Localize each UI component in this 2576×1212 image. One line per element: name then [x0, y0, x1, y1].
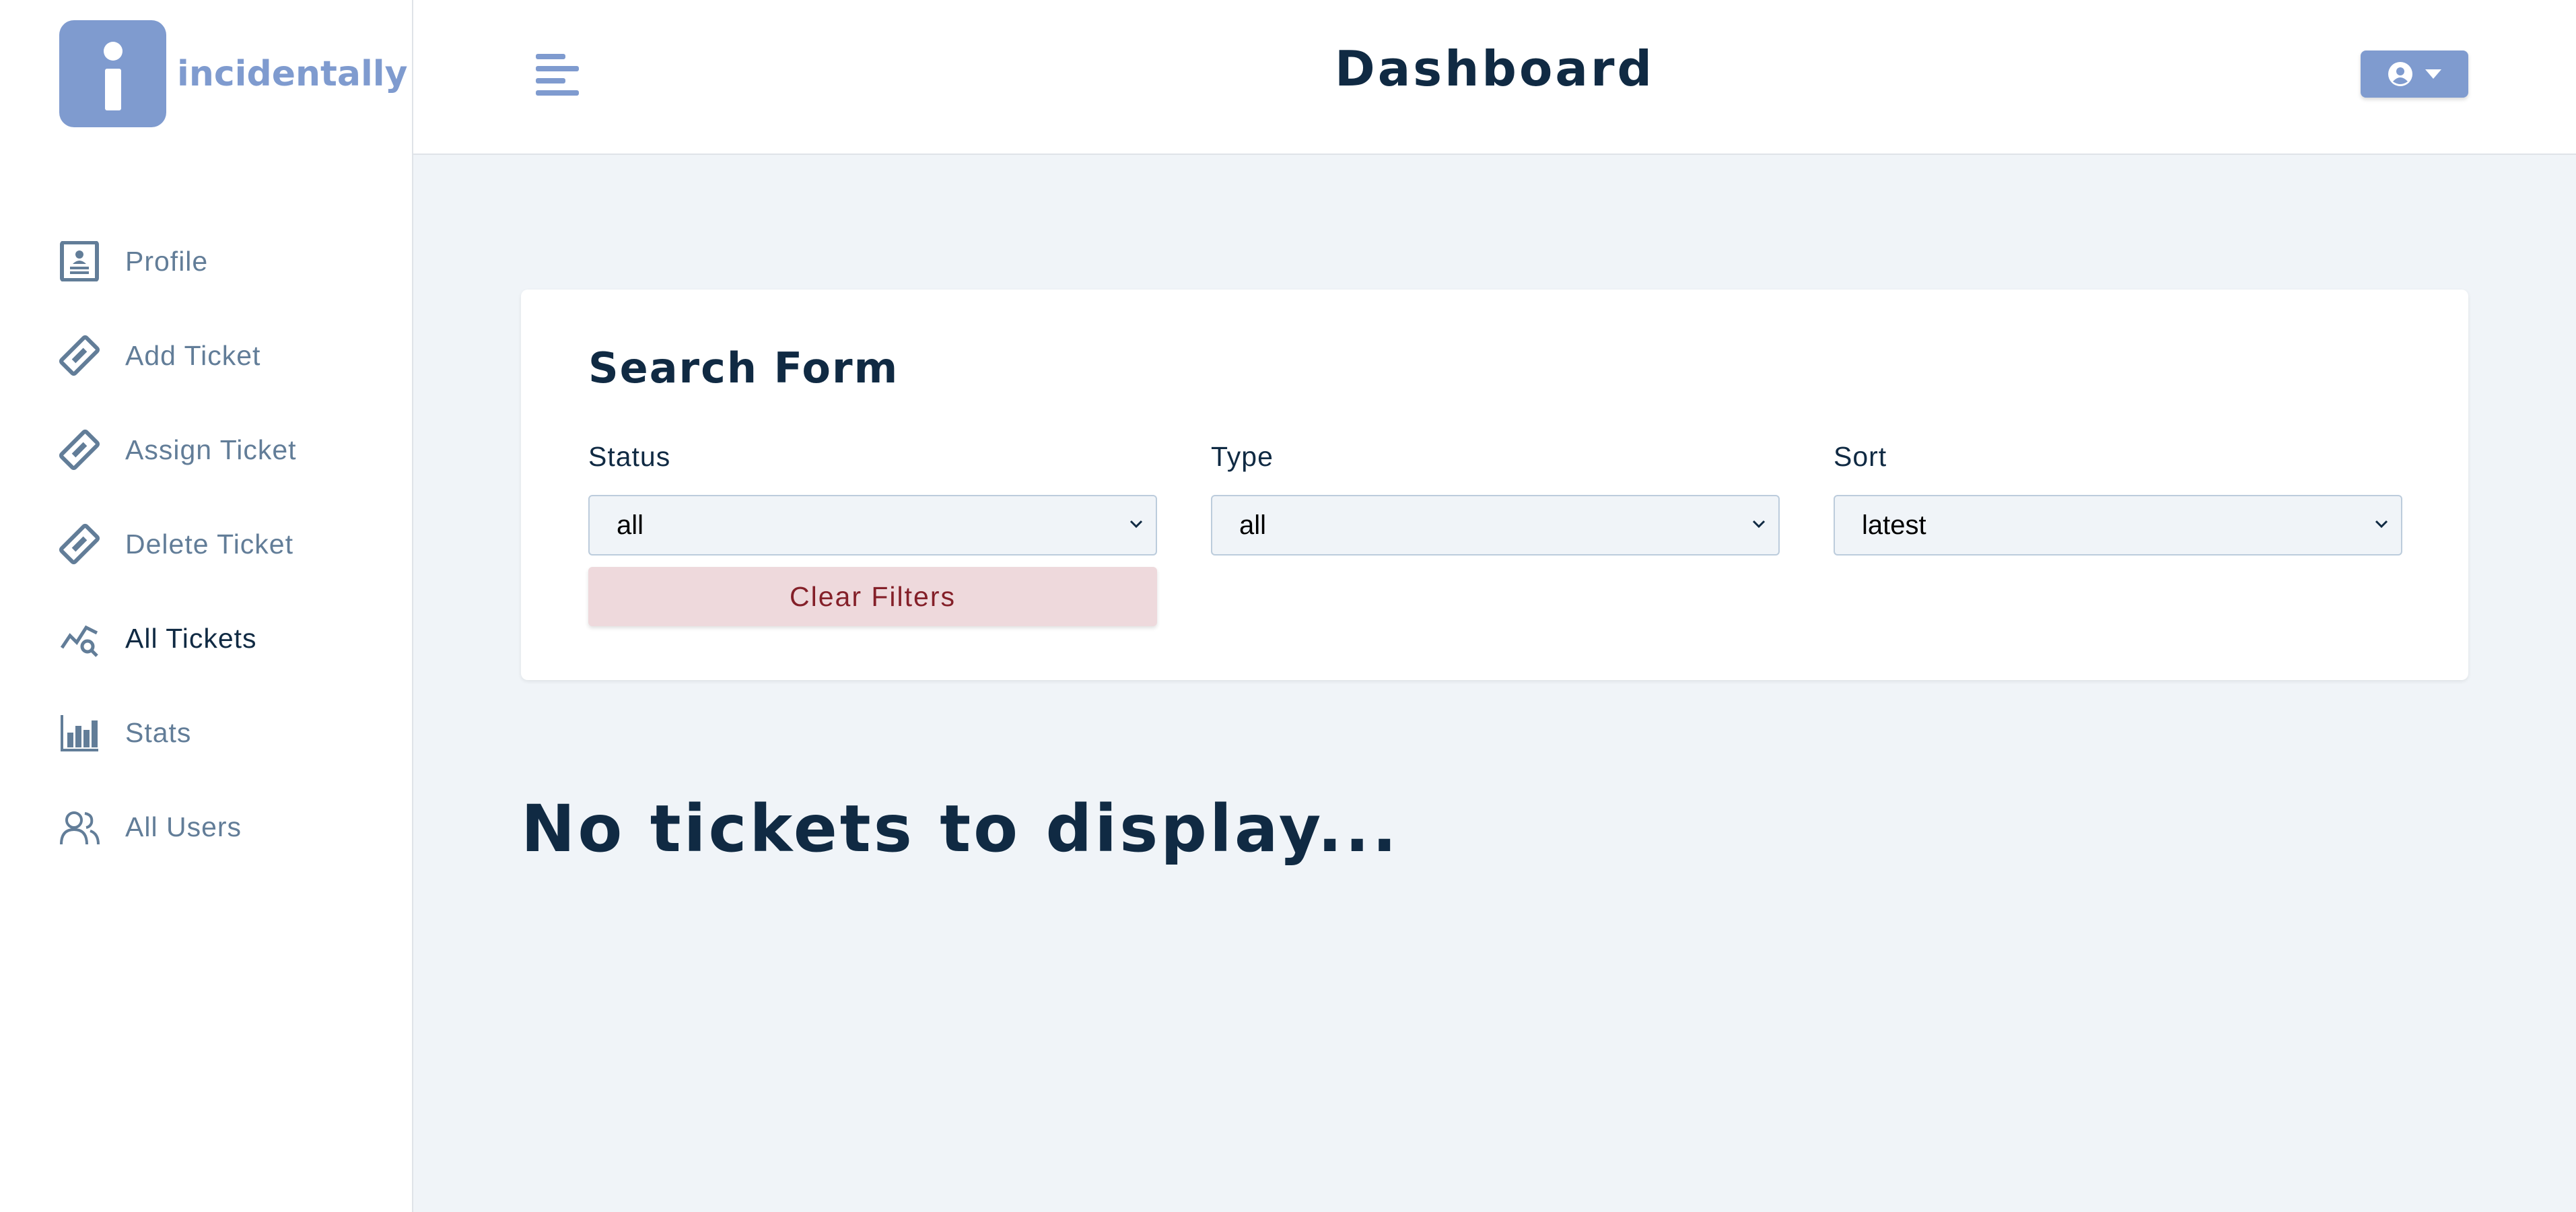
sort-select-value: latest: [1862, 510, 1926, 540]
type-select[interactable]: all: [1211, 495, 1780, 556]
logo-text: incidentally: [177, 53, 408, 94]
sort-label: Sort: [1834, 441, 1887, 472]
users-icon: [59, 807, 100, 847]
sidebar-item-label: Profile: [125, 245, 209, 277]
ticket-icon: [59, 524, 100, 564]
user-circle-icon: [2388, 62, 2412, 86]
chevron-down-icon: [2375, 520, 2388, 529]
logo-icon: [59, 20, 166, 127]
sort-select[interactable]: latest: [1834, 495, 2402, 556]
sidebar-item-profile[interactable]: Profile: [0, 214, 412, 308]
sidebar-item-all-tickets[interactable]: All Tickets: [0, 591, 412, 685]
search-form-title: Search Form: [588, 343, 899, 393]
sidebar-item-stats[interactable]: Stats: [0, 685, 412, 780]
status-label: Status: [588, 441, 671, 472]
sidebar-item-assign-ticket[interactable]: Assign Ticket: [0, 403, 412, 497]
top-navbar: Dashboard: [413, 0, 2576, 155]
logo[interactable]: incidentally: [59, 20, 408, 127]
profile-card-icon: [59, 241, 100, 281]
sidebar-item-add-ticket[interactable]: Add Ticket: [0, 308, 412, 403]
status-select[interactable]: all: [588, 495, 1157, 556]
bar-chart-icon: [59, 712, 100, 753]
user-menu-button[interactable]: [2361, 50, 2468, 98]
sidebar-item-label: Delete Ticket: [125, 528, 293, 560]
sidebar-item-label: All Users: [125, 811, 242, 842]
sidebar: incidentally Profile Add Ticket Assign T…: [0, 0, 413, 1212]
sidebar-item-label: Assign Ticket: [125, 434, 297, 465]
caret-down-icon: [2425, 69, 2441, 79]
sidebar-item-label: Add Ticket: [125, 339, 261, 371]
type-select-value: all: [1239, 510, 1267, 540]
ticket-icon: [59, 335, 100, 376]
sidebar-nav: Profile Add Ticket Assign Ticket Delete …: [0, 214, 412, 874]
sidebar-item-all-users[interactable]: All Users: [0, 780, 412, 874]
sidebar-item-label: All Tickets: [125, 622, 257, 654]
chevron-down-icon: [1752, 520, 1766, 529]
clear-filters-button[interactable]: Clear Filters: [588, 567, 1157, 626]
type-label: Type: [1211, 441, 1274, 472]
ticket-icon: [59, 430, 100, 470]
empty-tickets-message: No tickets to display...: [521, 791, 1399, 867]
search-form-card: Search Form Status all Type all Sort lat…: [521, 290, 2468, 680]
chart-search-icon: [59, 618, 100, 659]
status-select-value: all: [617, 510, 644, 540]
sidebar-item-label: Stats: [125, 716, 192, 748]
page-title: Dashboard: [1334, 40, 1655, 97]
chevron-down-icon: [1129, 520, 1143, 529]
sidebar-item-delete-ticket[interactable]: Delete Ticket: [0, 497, 412, 591]
